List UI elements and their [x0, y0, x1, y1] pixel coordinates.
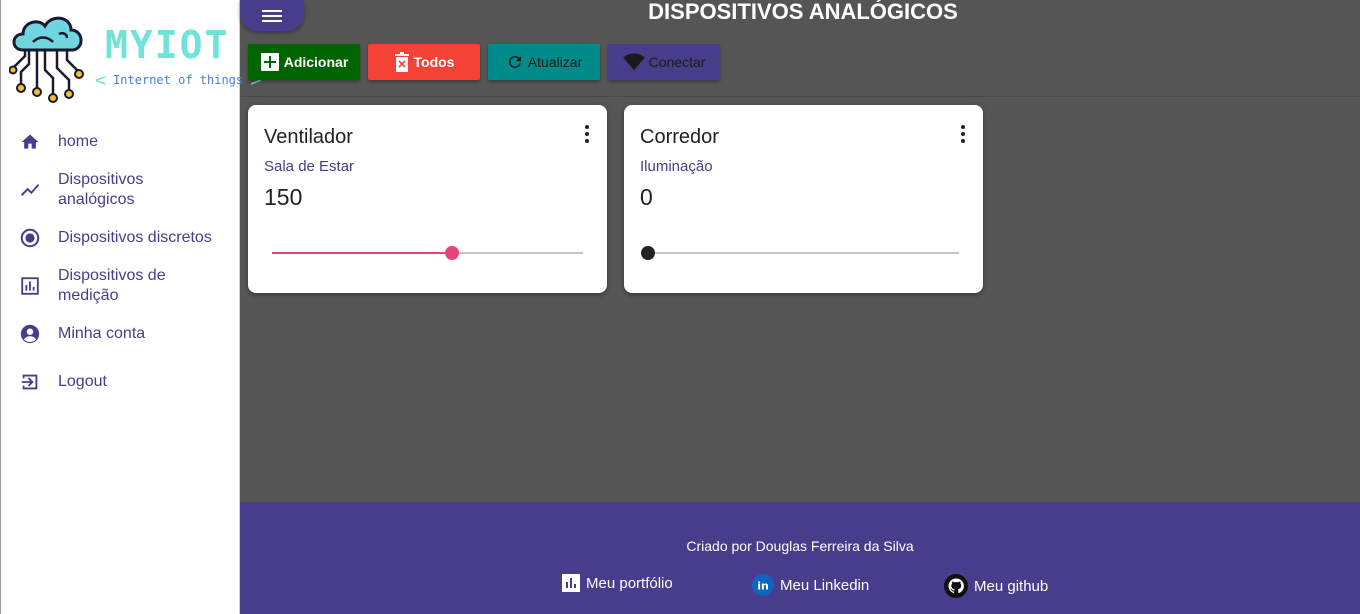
connect-label: Conectar — [648, 54, 706, 70]
sidebar-nav: home Dispositivos analógicos Dispositivo… — [1, 118, 241, 406]
more-vert-icon[interactable] — [581, 124, 593, 144]
sidebar-item-label: Dispositivos discretos — [58, 229, 212, 246]
menu-toggle-button[interactable] — [240, 0, 304, 31]
header-divider — [240, 96, 1360, 97]
linkedin-link-label: Meu Linkedin — [780, 576, 870, 594]
device-name: Corredor — [640, 126, 719, 148]
linkedin-icon: in — [752, 574, 774, 596]
page-title: DISPOSITIVOS ANALÓGICOS — [648, 0, 958, 24]
device-level-slider[interactable] — [641, 244, 959, 262]
brand-name: MYIOT — [105, 23, 230, 67]
hamburger-icon — [262, 9, 282, 22]
add-device-label: Adicionar — [283, 54, 349, 70]
delete-all-label: Todos — [413, 54, 455, 70]
portfolio-link[interactable]: Meu portfólio — [562, 574, 673, 592]
wifi-icon — [622, 53, 645, 71]
delete-all-button[interactable]: Todos — [368, 44, 480, 80]
device-value: 0 — [640, 184, 653, 210]
sidebar-item-logout[interactable]: Logout — [1, 358, 241, 406]
brand-tagline: Internet of things — [113, 73, 244, 87]
slider-fill — [272, 252, 453, 254]
device-name: Ventilador — [264, 126, 353, 148]
brand-logo[interactable]: MYIOT < Internet of things > — [9, 12, 261, 104]
add-box-icon — [260, 53, 279, 71]
sidebar: MYIOT < Internet of things > home Dispos… — [0, 0, 261, 614]
trending-line-icon — [19, 179, 41, 201]
sidebar-item-home[interactable]: home — [1, 118, 241, 166]
account-circle-icon — [19, 323, 41, 345]
toolbar: Adicionar Todos Atualizar Conectar — [248, 44, 728, 80]
brand-tagline-row: < Internet of things > — [95, 70, 261, 91]
sidebar-item-measurement-devices[interactable]: Dispositivos de medição — [1, 262, 241, 310]
footer-credit: Criado por Douglas Ferreira da Silva — [686, 538, 914, 554]
refresh-button[interactable]: Atualizar — [488, 44, 600, 80]
slider-thumb[interactable] — [445, 246, 460, 260]
github-link-label: Meu github — [974, 577, 1049, 595]
home-icon — [19, 131, 41, 153]
device-location: Sala de Estar — [264, 158, 355, 175]
sidebar-item-discrete-devices[interactable]: Dispositivos discretos — [1, 214, 241, 262]
bar-chart-icon — [562, 574, 580, 592]
sidebar-item-analog-devices[interactable]: Dispositivos analógicos — [1, 166, 241, 214]
device-location: Iluminação — [640, 158, 713, 175]
device-card: Ventilador Sala de Estar 150 — [248, 105, 607, 293]
device-card: Corredor Iluminação 0 — [624, 105, 983, 293]
cloud-circuit-logo-icon — [9, 16, 84, 103]
sidebar-item-label: home — [58, 133, 99, 150]
connect-button[interactable]: Conectar — [608, 44, 720, 80]
footer: Criado por Douglas Ferreira da Silva Meu… — [240, 502, 1360, 614]
trash-icon — [394, 52, 409, 72]
slider-thumb[interactable] — [641, 246, 655, 260]
sidebar-item-label: Dispositivos analógicos — [58, 171, 144, 208]
refresh-icon — [508, 55, 521, 68]
linkedin-link[interactable]: in Meu Linkedin — [752, 574, 869, 596]
portfolio-link-label: Meu portfólio — [586, 574, 673, 592]
add-device-button[interactable]: Adicionar — [248, 44, 360, 80]
sidebar-item-label: Minha conta — [58, 325, 146, 342]
github-icon — [944, 574, 968, 598]
sidebar-item-label: Dispositivos de medição — [58, 267, 166, 304]
logout-icon — [19, 371, 41, 393]
chevron-left-icon: < — [95, 70, 106, 91]
svg-text:in: in — [757, 580, 769, 593]
bar-chart-icon — [19, 275, 41, 297]
device-value: 150 — [264, 184, 303, 210]
refresh-label: Atualizar — [527, 54, 583, 70]
device-level-slider[interactable] — [272, 244, 583, 262]
more-vert-icon[interactable] — [957, 124, 969, 144]
sidebar-item-my-account[interactable]: Minha conta — [1, 310, 241, 358]
sidebar-item-label: Logout — [58, 373, 107, 390]
github-link[interactable]: Meu github — [944, 574, 1048, 598]
slider-track — [648, 252, 959, 254]
radio-button-icon — [19, 227, 41, 249]
